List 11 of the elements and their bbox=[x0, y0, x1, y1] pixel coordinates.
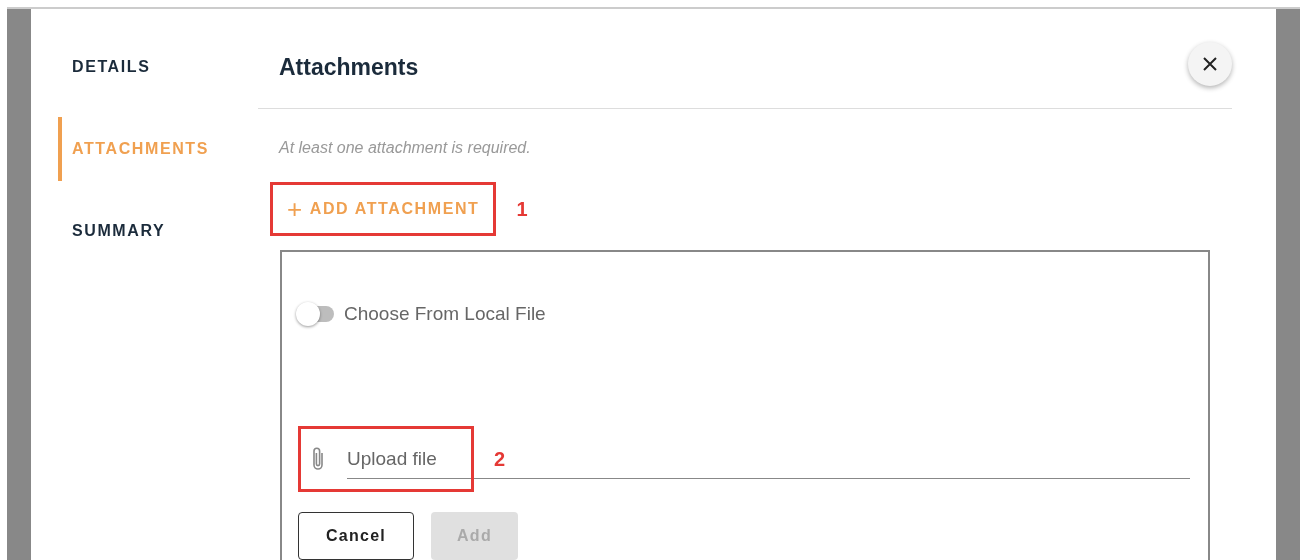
close-icon bbox=[1202, 56, 1218, 73]
cancel-button[interactable]: Cancel bbox=[298, 512, 414, 560]
close-button[interactable] bbox=[1188, 42, 1232, 87]
annotation-number: 2 bbox=[494, 447, 506, 472]
annotation-number: 1 bbox=[516, 196, 528, 222]
toggle-label: Choose From Local File bbox=[344, 301, 546, 326]
nav-tab[interactable]: SUMMARY bbox=[58, 199, 258, 263]
nav-tab[interactable]: DETAILS bbox=[58, 35, 258, 99]
dialog-title: Attachments bbox=[279, 53, 419, 82]
hint-text: At least one attachment is required. bbox=[279, 137, 532, 158]
paperclip-icon bbox=[311, 446, 325, 472]
